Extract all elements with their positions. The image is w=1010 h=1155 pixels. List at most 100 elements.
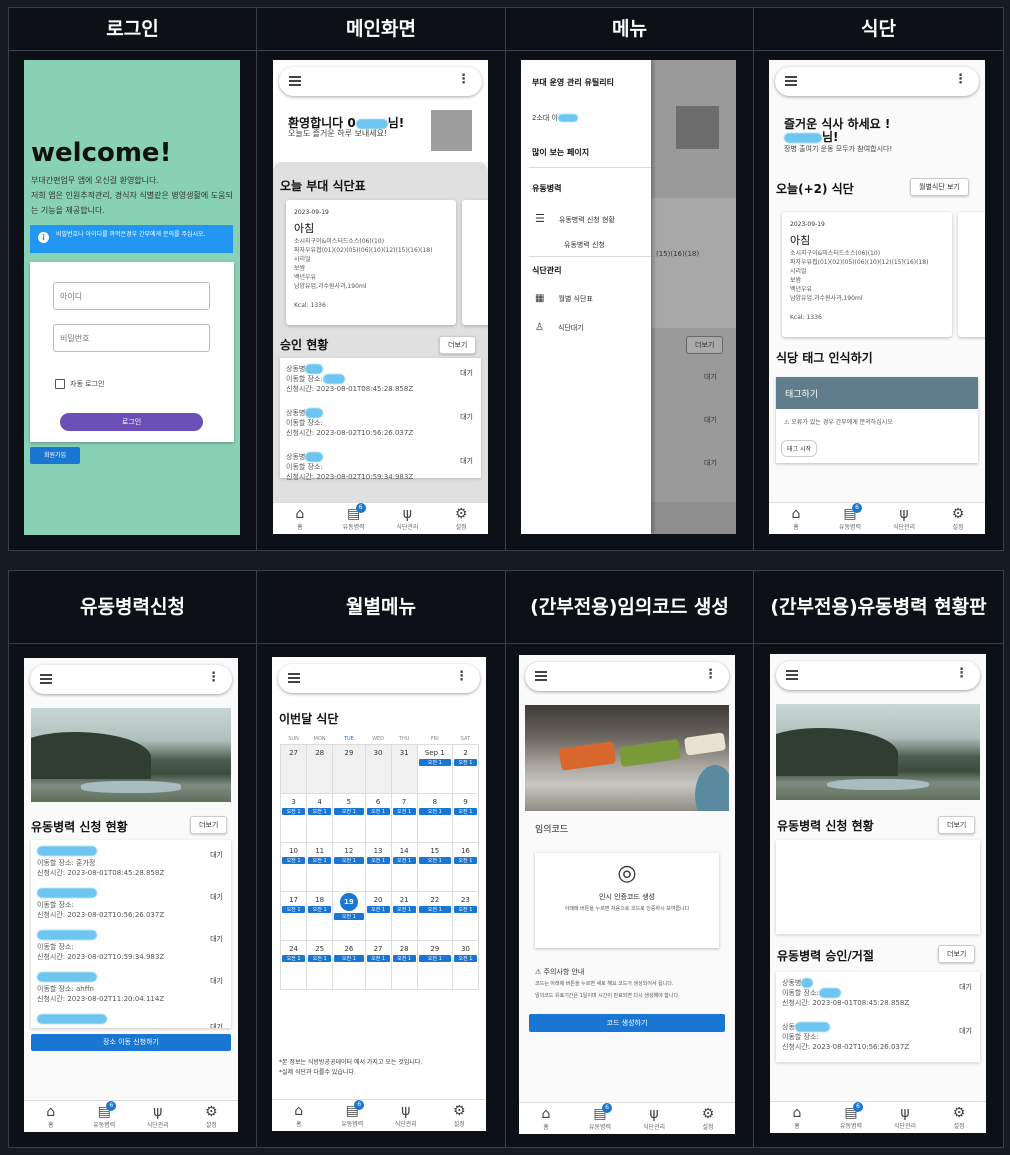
signup-button[interactable]: 회원가입 <box>30 447 80 464</box>
meal-event[interactable]: 오전 1 <box>418 954 451 962</box>
more-vert-icon[interactable]: ⋮ <box>207 670 220 685</box>
tab-troop[interactable]: 6 ▤ 유동병력 <box>327 503 381 534</box>
calendar-day[interactable]: 29 오전 1 <box>416 939 453 990</box>
list-item[interactable]: 대기 <box>31 1008 231 1028</box>
calendar-day[interactable]: 31 <box>390 743 418 794</box>
menu-icon[interactable] <box>288 673 300 683</box>
calendar-day[interactable]: 18 오전 1 <box>306 890 334 941</box>
list-item[interactable]: 이동할 장소: 신청시간: 2023-08-02T10:59:34.983Z 대기 <box>31 924 231 966</box>
meal-event[interactable]: 오전 1 <box>418 905 451 913</box>
calendar-day[interactable]: 27 오전 1 <box>364 939 392 990</box>
calendar-day[interactable]: 27 <box>279 743 308 794</box>
meal-event[interactable]: 오전 1 <box>453 905 477 913</box>
meal-event[interactable]: 오전 1 <box>334 912 364 920</box>
calendar-day[interactable]: 13 오전 1 <box>364 841 392 892</box>
calendar-day[interactable]: 24 오전 1 <box>279 939 308 990</box>
calendar-day[interactable]: 17 오전 1 <box>279 890 308 941</box>
meal-event[interactable]: 오전 1 <box>453 954 477 962</box>
calendar-day[interactable]: 30 <box>364 743 392 794</box>
list-item[interactable]: 상동병 이동할 장소: 신청시간: 2023-08-02T10:56:26.037Z… <box>280 402 481 446</box>
calendar-day[interactable]: 7 오전 1 <box>390 792 418 843</box>
more-button[interactable]: 더보기 <box>938 816 976 834</box>
tab-troop[interactable]: 6 ▤ 유동병력 <box>326 1100 380 1131</box>
tag-start-button[interactable]: 태그 시작 <box>781 440 817 457</box>
menu-icon[interactable] <box>289 76 301 86</box>
calendar-day[interactable]: 5 오전 1 <box>332 792 366 843</box>
tab-settings[interactable]: ⚙ 설정 <box>185 1101 239 1132</box>
meal-card[interactable]: 2023-09-19 아침 소시지구이&미스터드소스(06)(10) 파자우유첩… <box>782 212 952 337</box>
meal-event[interactable]: 오전 1 <box>392 954 416 962</box>
tab-settings[interactable]: ⚙ 설정 <box>434 503 488 534</box>
drawer-item-troop-apply[interactable]: 유동병력 신청 <box>564 240 605 250</box>
generate-code-button[interactable]: 코드 생성하기 <box>529 1014 725 1032</box>
more-button[interactable]: 더보기 <box>439 336 477 354</box>
more-vert-icon[interactable]: ⋮ <box>457 72 470 87</box>
meal-card-next[interactable] <box>958 212 985 337</box>
meal-event[interactable]: 오전 1 <box>392 856 416 864</box>
list-item[interactable]: 상동병 이동할 장소: 신청시간: 2023-08-02T10:59:34.983Z… <box>280 446 481 490</box>
calendar-day[interactable]: 29 <box>332 743 366 794</box>
meal-event[interactable]: 오전 1 <box>308 905 332 913</box>
menu-icon[interactable] <box>786 670 798 680</box>
drawer-item-troop-status[interactable]: ☰ 유동병력 신청 현황 <box>535 212 615 225</box>
tab-diet[interactable]: ψ 식단관리 <box>877 503 931 534</box>
move-request-button[interactable]: 장소 이동 신청하기 <box>31 1034 231 1051</box>
more-vert-icon[interactable]: ⋮ <box>704 667 717 682</box>
calendar-day[interactable]: 26 오전 1 <box>332 939 366 990</box>
calendar-day[interactable]: 10 오전 1 <box>279 841 308 892</box>
meal-event[interactable]: 오전 1 <box>392 905 416 913</box>
more-vert-icon[interactable]: ⋮ <box>955 666 968 681</box>
calendar-day[interactable]: 20 오전 1 <box>364 890 392 941</box>
meal-event[interactable]: 오전 1 <box>334 954 364 962</box>
auto-login-checkbox[interactable] <box>55 379 65 389</box>
calendar-day[interactable]: 30 오전 1 <box>451 939 480 990</box>
meal-event[interactable]: 오전 1 <box>366 905 390 913</box>
list-item[interactable]: 상동 이동할 장소: 신청시간: 2023-08-02T10:56:26.037Z 대… <box>776 1016 980 1060</box>
meal-event[interactable]: 오전 1 <box>418 807 451 815</box>
list-item[interactable]: 이동할 장소: 신청시간: 2023-08-02T10:56:26.037Z 대기 <box>31 882 231 924</box>
meal-card[interactable]: 2023-09-19 아침 소시지구이&미스터드소스(06)(10) 파자우유첩… <box>286 200 456 325</box>
calendar-day[interactable]: 25 오전 1 <box>306 939 334 990</box>
tab-troop[interactable]: 6 ▤ 유동병력 <box>573 1103 627 1134</box>
meal-event[interactable]: 오전 1 <box>366 856 390 864</box>
menu-icon[interactable] <box>535 671 547 681</box>
meal-event[interactable]: 오전 1 <box>308 954 332 962</box>
calendar-day[interactable]: 28 오전 1 <box>390 939 418 990</box>
calendar-day[interactable]: 19 오전 1 <box>332 890 366 941</box>
meal-event[interactable]: 오전 1 <box>418 856 451 864</box>
tab-diet[interactable]: ψ 식단관리 <box>131 1101 185 1132</box>
tab-diet[interactable]: ψ 식단관리 <box>878 1102 932 1133</box>
meal-event[interactable]: 오전 1 <box>392 807 416 815</box>
tab-home[interactable]: ⌂ 홈 <box>273 503 327 534</box>
meal-event[interactable]: 오전 1 <box>282 856 306 864</box>
tab-home[interactable]: ⌂ 홈 <box>272 1100 326 1131</box>
calendar-day[interactable]: 11 오전 1 <box>306 841 334 892</box>
calendar-day[interactable]: 3 오전 1 <box>279 792 308 843</box>
tab-home[interactable]: ⌂ 홈 <box>519 1103 573 1134</box>
more-button[interactable]: 더보기 <box>190 816 228 834</box>
meal-card-next[interactable] <box>462 200 488 325</box>
calendar-day[interactable]: 12 오전 1 <box>332 841 366 892</box>
drawer-popular[interactable]: 많이 보는 페이지 <box>532 147 589 158</box>
list-item[interactable]: 상동병 이동할 장소: 신청시간: 2023-08-01T08:45:28.858Z… <box>280 358 481 402</box>
tab-home[interactable]: ⌂ 홈 <box>769 503 823 534</box>
calendar-day[interactable]: 9 오전 1 <box>451 792 480 843</box>
meal-event[interactable]: 오전 1 <box>366 954 390 962</box>
tab-troop[interactable]: 6 ▤ 유동병력 <box>823 503 877 534</box>
list-item[interactable]: 상동병 이동할 장소: 신청시간: 2023-08-01T08:45:28.858Z… <box>776 972 980 1016</box>
monthly-menu-button[interactable]: 월별식단 보기 <box>910 178 969 196</box>
tab-troop[interactable]: 6 ▤ 유동병력 <box>824 1102 878 1133</box>
calendar-day[interactable]: 16 오전 1 <box>451 841 480 892</box>
more-vert-icon[interactable]: ⋮ <box>954 72 967 87</box>
tab-settings[interactable]: ⚙ 설정 <box>681 1103 735 1134</box>
tab-home[interactable]: ⌂ 홈 <box>770 1102 824 1133</box>
meal-event[interactable]: 오전 1 <box>366 807 390 815</box>
id-input[interactable] <box>53 282 210 310</box>
menu-icon[interactable] <box>40 674 52 684</box>
calendar-day[interactable]: 22 오전 1 <box>416 890 453 941</box>
calendar-day[interactable]: 28 <box>306 743 334 794</box>
tab-settings[interactable]: ⚙ 설정 <box>931 503 985 534</box>
menu-icon[interactable] <box>785 76 797 86</box>
list-item[interactable]: 이동할 장소: 훈가정 신청시간: 2023-08-01T08:45:28.858… <box>31 840 231 882</box>
tab-troop[interactable]: 6 ▤ 유동병력 <box>78 1101 132 1132</box>
